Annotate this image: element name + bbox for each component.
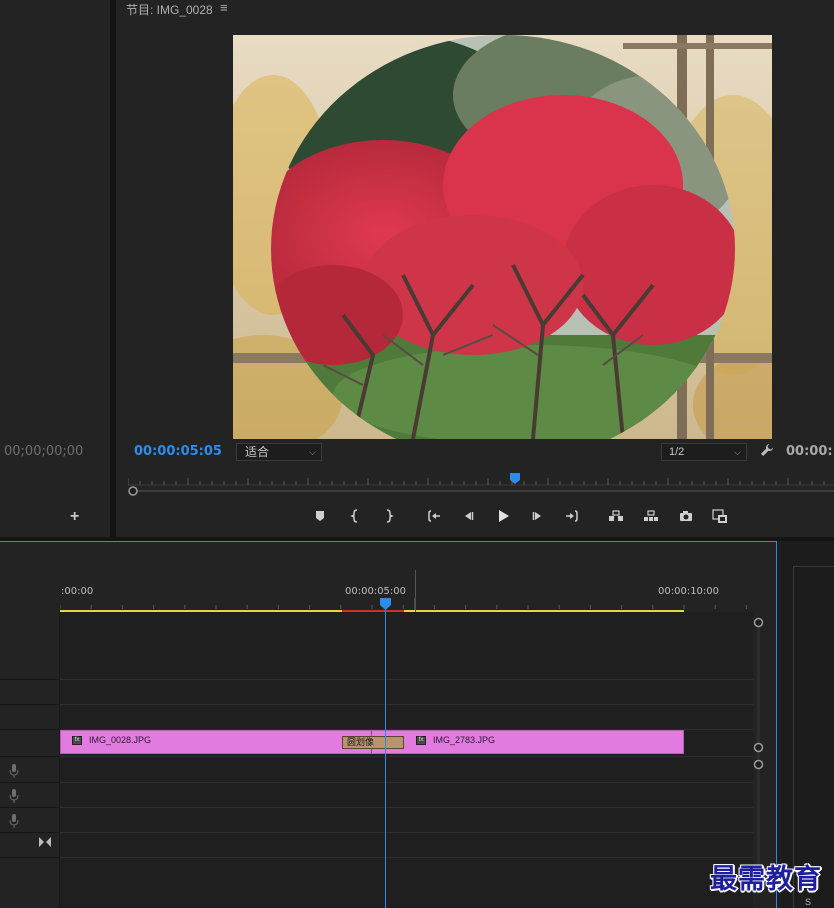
program-video-frame[interactable] [233,35,772,439]
solo-button[interactable]: S [805,897,811,907]
track-headers [0,612,60,908]
step-back-icon [465,512,474,520]
timeline-playhead-line[interactable] [385,598,386,908]
ruler-label-start: :00:00 [61,586,94,597]
program-zoom-scrollbar[interactable] [128,486,834,496]
timeline-vertical-scrollbar[interactable] [757,620,760,890]
marker-icon [316,511,324,521]
go-to-out-button[interactable] [560,504,584,528]
fx-badge-icon: fx [416,736,426,745]
master-track-icon[interactable] [39,837,51,847]
settings-wrench-icon[interactable] [760,443,774,460]
lift-icon [609,510,623,521]
transition-iris-round[interactable]: 圆划像 [342,736,404,749]
ruler-label-10s: 00:00:10:00 [658,586,720,597]
transport-controls [300,504,740,528]
extract-button[interactable] [639,504,663,528]
scrollbar-handle[interactable] [128,486,138,496]
extract-icon [644,510,658,521]
chevron-down-icon: ⌵ [309,447,316,457]
program-timecode[interactable]: 00:00:05:05 [134,444,222,459]
add-button[interactable]: + [70,508,79,526]
program-time-ruler[interactable] [128,470,834,486]
clip-name-b: IMG_2783.JPG [433,735,496,745]
go-to-in-button[interactable] [422,504,446,528]
chevron-down-icon: ⌵ [734,447,741,457]
zoom-fit-value: 适合 [245,445,270,459]
program-monitor-title[interactable]: 节目: IMG_0028 [126,1,213,18]
step-back-button[interactable] [456,504,480,528]
scrollbar-handle-top[interactable] [753,617,764,628]
clip-name-a: IMG_0028.JPG [89,735,152,745]
export-frame-button[interactable] [674,504,698,528]
panel-menu-icon[interactable]: ≡ [220,0,228,15]
watermark-logo: 最需教育 [710,864,822,895]
program-duration: 00:00:1 [786,444,834,459]
ruler-label-5s: 00:00:05:00 [345,586,407,597]
mark-out-icon [386,509,394,523]
source-timecode[interactable]: 00;00;00;00 [4,444,83,459]
go-to-out-icon [566,510,578,522]
ruler-guide-line [415,570,416,612]
fx-badge-icon: fx [72,736,82,745]
add-marker-button[interactable] [308,504,332,528]
microphone-icon[interactable] [9,814,19,828]
zoom-fit-select[interactable]: 适合 ⌵ [236,443,322,461]
step-forward-icon [532,512,541,520]
go-to-in-icon [428,510,440,522]
timeline-playhead-marker[interactable] [380,598,391,610]
mark-in-icon [350,509,358,523]
camera-icon [680,511,692,521]
scrollbar-handle-top-audio[interactable] [753,759,764,770]
mark-in-button[interactable] [344,504,368,528]
button-editor-icon [712,509,727,523]
video-preview-image [233,35,772,439]
microphone-icon[interactable] [9,789,19,803]
play-button[interactable] [491,504,515,528]
scrollbar-handle-bottom[interactable] [753,742,764,753]
playback-resolution-select[interactable]: 1/2 ⌵ [661,443,747,461]
resolution-value: 1/2 [669,446,685,458]
timeline-tracks[interactable] [60,612,753,908]
play-icon [499,510,509,522]
step-forward-button[interactable] [526,504,550,528]
lift-button[interactable] [604,504,628,528]
microphone-icon[interactable] [9,764,19,778]
mark-out-button[interactable] [376,504,400,528]
button-editor-button[interactable] [708,504,732,528]
